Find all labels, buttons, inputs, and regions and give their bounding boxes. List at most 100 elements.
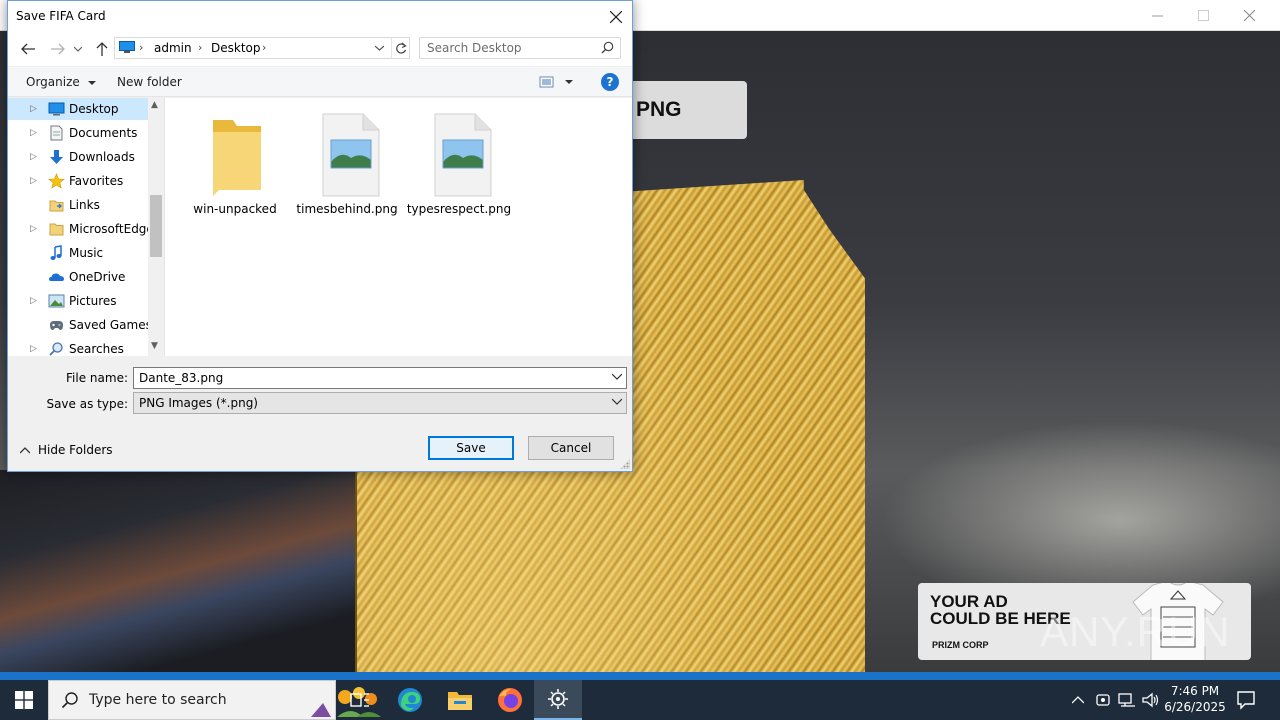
ad-corp: PRIZM CORP — [932, 640, 989, 650]
tree-item-documents[interactable]: ▷ Documents — [8, 122, 148, 144]
close-icon[interactable] — [600, 1, 632, 32]
app-gear-icon — [548, 689, 568, 709]
firefox-taskbar-button[interactable] — [486, 680, 534, 720]
file-name-combobox[interactable]: Dante_83.png — [133, 367, 627, 389]
breadcrumb-admin[interactable]: admin — [154, 41, 192, 55]
search-box[interactable] — [419, 37, 621, 59]
file-item-image[interactable]: typesrespect.png — [405, 108, 513, 218]
chevron-down-icon — [87, 81, 96, 85]
tree-item-downloads[interactable]: ▷ Downloads — [8, 146, 148, 168]
file-name-label: File name: — [66, 371, 128, 385]
save-file-dialog: Save FIFA Card › admin › Desktop › Searc… — [7, 0, 633, 472]
resize-grip-icon[interactable] — [620, 459, 630, 469]
expand-arrow-icon[interactable]: ▷ — [30, 224, 37, 234]
scrollbar-thumb[interactable] — [150, 195, 162, 257]
file-list-pane: win-unpacked timesbehind.png typesrespec… — [164, 98, 632, 356]
chevron-down-icon[interactable] — [612, 398, 622, 405]
maximize-icon[interactable] — [1180, 0, 1226, 31]
file-explorer-icon — [448, 692, 472, 710]
task-view-button[interactable] — [336, 680, 384, 720]
firefox-icon — [498, 688, 522, 712]
up-arrow-icon[interactable] — [92, 39, 112, 59]
dialog-titlebar: Save FIFA Card — [8, 1, 632, 32]
taskbar-clock[interactable]: 7:46 PM 6/26/2025 — [1160, 683, 1230, 715]
recent-locations-chevron-icon[interactable] — [71, 39, 85, 59]
search-input[interactable] — [420, 38, 598, 58]
active-app-taskbar-button[interactable] — [534, 680, 582, 720]
cancel-button[interactable]: Cancel — [528, 436, 614, 460]
png-export-button[interactable]: PNG — [630, 81, 747, 139]
change-view-button[interactable] — [538, 74, 574, 90]
anyrun-watermark: ANY.RUN — [1040, 608, 1231, 655]
save-as-type-select[interactable]: PNG Images (*.png) — [133, 392, 627, 414]
notification-center-icon[interactable] — [1236, 690, 1256, 710]
edge-taskbar-button[interactable] — [386, 680, 434, 720]
folder-icon — [49, 223, 64, 236]
clock-date: 6/26/2025 — [1164, 700, 1226, 714]
tree-item-microsoftedge[interactable]: ▷ MicrosoftEdge — [8, 218, 154, 240]
breadcrumb-desktop[interactable]: Desktop — [211, 41, 261, 55]
tree-item-favorites[interactable]: ▷ Favorites — [8, 170, 148, 192]
image-file-icon — [322, 113, 380, 197]
tree-item-onedrive[interactable]: OneDrive — [8, 266, 148, 288]
start-button[interactable] — [0, 680, 48, 720]
file-name-label: win-unpacked — [193, 202, 277, 216]
scroll-up-arrow-icon[interactable]: ▲ — [151, 100, 158, 110]
expand-arrow-icon[interactable]: ▷ — [30, 344, 37, 354]
file-name-input[interactable]: Dante_83.png — [139, 371, 223, 385]
chevron-down-icon[interactable] — [612, 373, 622, 380]
tree-item-pictures[interactable]: ▷ Pictures — [8, 290, 148, 312]
tree-label: Searches — [69, 342, 124, 356]
tree-item-music[interactable]: Music — [8, 242, 148, 264]
taskbar-search-box[interactable]: Type here to search — [48, 680, 381, 720]
tree-item-saved-games[interactable]: Saved Games — [8, 314, 152, 336]
tree-item-desktop[interactable]: ▷ Desktop — [8, 98, 148, 120]
tree-label: Links — [69, 198, 100, 212]
file-item-image[interactable]: timesbehind.png — [293, 108, 401, 218]
save-as-type-value: PNG Images (*.png) — [139, 396, 258, 410]
clock-time: 7:46 PM — [1170, 684, 1220, 698]
file-item-folder[interactable]: win-unpacked — [181, 108, 289, 218]
network-icon[interactable] — [1117, 691, 1137, 709]
expand-arrow-icon[interactable]: ▷ — [30, 176, 37, 186]
help-icon[interactable]: ? — [601, 73, 619, 91]
dialog-toolbar: Organize New folder ? — [8, 67, 632, 97]
file-explorer-taskbar-button[interactable] — [436, 680, 484, 720]
tree-label: Desktop — [69, 102, 119, 116]
scroll-down-arrow-icon[interactable]: ▼ — [151, 341, 158, 351]
file-name-label: typesrespect.png — [406, 202, 512, 216]
meet-now-icon[interactable] — [1094, 691, 1112, 709]
searches-icon — [49, 342, 63, 356]
hide-folders-toggle[interactable]: Hide Folders — [20, 443, 113, 457]
background-light-streaks — [0, 470, 360, 672]
tree-label: Downloads — [69, 150, 135, 164]
back-arrow-icon[interactable] — [18, 39, 38, 59]
organize-menu-button[interactable]: Organize — [26, 75, 96, 89]
tree-label: Saved Games — [69, 318, 152, 332]
volume-icon[interactable] — [1141, 691, 1161, 709]
onedrive-icon — [49, 273, 64, 281]
forward-arrow-icon[interactable] — [48, 39, 68, 59]
expand-arrow-icon[interactable]: ▷ — [30, 152, 37, 162]
refresh-icon[interactable] — [391, 38, 409, 58]
expand-arrow-icon[interactable]: ▷ — [30, 296, 37, 306]
minimize-icon[interactable] — [1134, 0, 1180, 31]
saved-games-icon — [50, 321, 63, 330]
png-banner-text: PNG — [636, 98, 682, 121]
task-view-icon — [350, 693, 369, 707]
new-folder-button[interactable]: New folder — [117, 75, 182, 89]
search-icon[interactable] — [601, 41, 614, 54]
address-dropdown-icon[interactable] — [370, 38, 388, 58]
expand-arrow-icon[interactable]: ▷ — [30, 128, 37, 138]
search-icon — [61, 692, 78, 709]
tree-item-links[interactable]: Links — [8, 194, 148, 216]
show-hidden-icons-chevron-icon[interactable] — [1070, 691, 1086, 709]
close-icon[interactable] — [1226, 0, 1272, 31]
save-button[interactable]: Save — [428, 436, 514, 460]
tree-item-searches[interactable]: ▷ Searches — [8, 338, 148, 356]
address-bar[interactable]: › admin › Desktop › — [114, 37, 410, 59]
tree-scrollbar[interactable]: ▲ ▼ — [148, 98, 164, 356]
this-pc-icon — [119, 41, 135, 53]
expand-arrow-icon[interactable]: ▷ — [30, 104, 37, 114]
breadcrumb-separator-icon: › — [262, 41, 267, 54]
